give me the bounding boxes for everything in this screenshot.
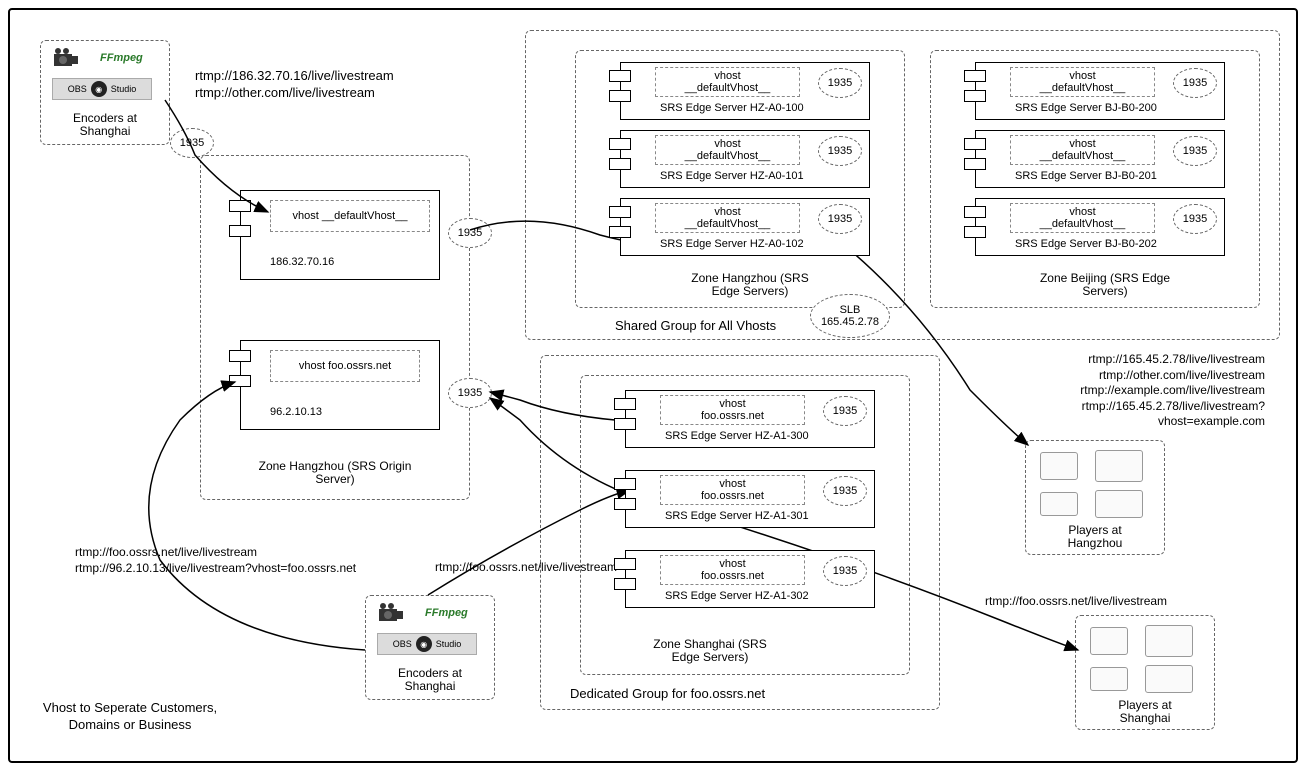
edge-vhost: vhost __defaultVhost__: [655, 67, 800, 97]
edge-vhost: vhost __defaultVhost__: [655, 203, 800, 233]
shared-group-title: Shared Group for All Vhosts: [615, 318, 776, 335]
edge-server-name: SRS Edge Server HZ-A0-100: [660, 102, 860, 114]
edge-server-name: SRS Edge Server HZ-A1-300: [665, 430, 865, 442]
device-icon: [1090, 667, 1128, 691]
port-badge: 1935: [448, 218, 492, 248]
edge-vhost: vhost foo.ossrs.net: [660, 475, 805, 505]
uml-port-icon: [614, 398, 636, 410]
origin-ip-2: 96.2.10.13: [270, 406, 322, 418]
uml-port-icon: [964, 206, 986, 218]
port-badge: 1935: [818, 68, 862, 98]
uml-port-icon: [609, 138, 631, 150]
uml-port-icon: [609, 226, 631, 238]
uml-port-icon: [964, 70, 986, 82]
device-icon: [1145, 625, 1193, 657]
port-badge: 1935: [823, 476, 867, 506]
uml-port-icon: [229, 225, 251, 237]
port-badge: 1935: [818, 136, 862, 166]
obs-icon: ◉: [416, 636, 432, 652]
url-mid: rtmp://foo.ossrs.net/live/livestream: [435, 560, 617, 576]
url-right-single: rtmp://foo.ossrs.net/live/livestream: [985, 594, 1167, 610]
dedicated-group-title: Dedicated Group for foo.ossrs.net: [570, 686, 765, 703]
device-icon: [1040, 452, 1078, 480]
port-badge: 1935: [823, 556, 867, 586]
edge-vhost: vhost __defaultVhost__: [655, 135, 800, 165]
url-right-block: rtmp://165.45.2.78/live/livestream rtmp:…: [1000, 352, 1265, 430]
uml-port-icon: [614, 578, 636, 590]
edge-server-name: SRS Edge Server BJ-B0-202: [1015, 238, 1215, 250]
device-icon: [1090, 627, 1128, 655]
uml-port-icon: [229, 375, 251, 387]
origin-vhost-2: vhost foo.ossrs.net: [270, 350, 420, 382]
uml-port-icon: [614, 498, 636, 510]
obs-icon: ◉: [91, 81, 107, 97]
obs-logo: OBS ◉ Studio: [52, 78, 152, 100]
edge-server-name: SRS Edge Server HZ-A1-302: [665, 590, 865, 602]
port-badge: 1935: [170, 128, 214, 158]
device-icon: [1095, 450, 1143, 482]
zone-hz-caption: Zone Hangzhou (SRS Edge Servers): [680, 272, 820, 298]
port-badge: 1935: [823, 396, 867, 426]
uml-port-icon: [614, 558, 636, 570]
url-top: rtmp://186.32.70.16/live/livestream rtmp…: [195, 68, 394, 102]
device-icon: [1095, 490, 1143, 518]
players-hz-caption: Players at Hangzhou: [1050, 524, 1140, 550]
edge-server-name: SRS Edge Server HZ-A0-101: [660, 170, 860, 182]
uml-port-icon: [609, 206, 631, 218]
edge-vhost: vhost foo.ossrs.net: [660, 555, 805, 585]
slb-badge: SLB 165.45.2.78: [810, 294, 890, 338]
zone-bj-caption: Zone Beijing (SRS Edge Servers): [1035, 272, 1175, 298]
device-icon: [1040, 492, 1078, 516]
encoders-bottom-caption: Encoders at Shanghai: [380, 667, 480, 693]
zone-sh-caption: Zone Shanghai (SRS Edge Servers): [640, 638, 780, 664]
edge-server-name: SRS Edge Server HZ-A1-301: [665, 510, 865, 522]
edge-vhost: vhost __defaultVhost__: [1010, 135, 1155, 165]
edge-server-name: SRS Edge Server BJ-B0-201: [1015, 170, 1215, 182]
port-badge: 1935: [1173, 136, 1217, 166]
uml-port-icon: [964, 158, 986, 170]
uml-port-icon: [609, 70, 631, 82]
uml-port-icon: [609, 90, 631, 102]
uml-port-icon: [964, 138, 986, 150]
uml-port-icon: [609, 158, 631, 170]
port-badge: 1935: [818, 204, 862, 234]
ffmpeg-logo: FFmpeg: [100, 52, 143, 64]
uml-port-icon: [614, 418, 636, 430]
uml-port-icon: [229, 200, 251, 212]
players-sh-caption: Players at Shanghai: [1100, 699, 1190, 725]
origin-ip-1: 186.32.70.16: [270, 256, 334, 268]
edge-server-name: SRS Edge Server HZ-A0-102: [660, 238, 860, 250]
origin-vhost-1: vhost __defaultVhost__: [270, 200, 430, 232]
camera-icon: [377, 603, 405, 623]
port-badge: 1935: [448, 378, 492, 408]
obs-logo: OBS ◉ Studio: [377, 633, 477, 655]
uml-port-icon: [964, 226, 986, 238]
port-badge: 1935: [1173, 68, 1217, 98]
port-badge: 1935: [1173, 204, 1217, 234]
ffmpeg-logo: FFmpeg: [425, 607, 468, 619]
encoders-top-caption: Encoders at Shanghai: [55, 112, 155, 138]
edge-vhost: vhost __defaultVhost__: [1010, 203, 1155, 233]
uml-port-icon: [964, 90, 986, 102]
camera-icon: [52, 48, 80, 68]
device-icon: [1145, 665, 1193, 693]
uml-port-icon: [614, 478, 636, 490]
origin-zone-caption: Zone Hangzhou (SRS Origin Server): [255, 460, 415, 486]
url-left: rtmp://foo.ossrs.net/live/livestream rtm…: [75, 545, 356, 576]
diagram-title: Vhost to Seperate Customers, Domains or …: [30, 700, 230, 734]
edge-vhost: vhost foo.ossrs.net: [660, 395, 805, 425]
edge-vhost: vhost __defaultVhost__: [1010, 67, 1155, 97]
uml-port-icon: [229, 350, 251, 362]
edge-server-name: SRS Edge Server BJ-B0-200: [1015, 102, 1215, 114]
